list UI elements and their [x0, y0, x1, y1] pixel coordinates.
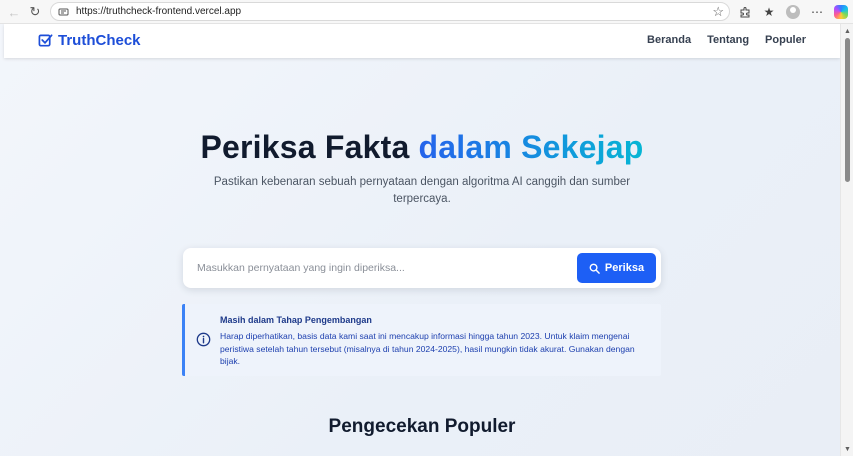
extensions-icon[interactable] — [733, 0, 757, 24]
menu-dots-icon[interactable]: ⋯ — [805, 0, 829, 24]
site-header: TruthCheck Beranda Tentang Populer — [4, 24, 840, 58]
popular-section-title: Pengecekan Populer — [328, 416, 516, 437]
hero-subtitle: Pastikan kebenaran sebuah pernyataan den… — [213, 176, 631, 205]
info-icon — [196, 332, 211, 347]
hero-title-plain: Periksa Fakta — [200, 129, 419, 165]
search-icon — [589, 263, 600, 274]
address-bar[interactable]: https://truthcheck-frontend.vercel.app ☆ — [50, 2, 730, 21]
periksa-button-label: Periksa — [604, 262, 645, 274]
main-nav: Beranda Tentang Populer — [631, 34, 806, 46]
development-notice: Masih dalam Tahap Pengembangan Harap dip… — [182, 304, 661, 376]
scroll-down-icon[interactable]: ▼ — [844, 446, 851, 453]
profile-avatar[interactable] — [781, 0, 805, 24]
nav-link-populer[interactable]: Populer — [765, 34, 806, 46]
favorites-icon[interactable]: ★ — [757, 0, 781, 24]
nav-link-tentang[interactable]: Tentang — [707, 34, 749, 46]
check-square-icon — [38, 34, 53, 47]
nav-link-beranda[interactable]: Beranda — [647, 34, 691, 46]
notice-body: Harap diperhatikan, basis data kami saat… — [220, 331, 635, 366]
notice-title: Masih dalam Tahap Pengembangan — [220, 315, 372, 325]
hero-title: Periksa Fakta dalam Sekejap — [4, 129, 840, 166]
hero-title-highlight: dalam Sekejap — [418, 129, 644, 165]
brand-logo[interactable]: TruthCheck — [38, 32, 141, 49]
site-info-icon[interactable] — [57, 6, 69, 18]
periksa-button[interactable]: Periksa — [577, 253, 656, 283]
back-icon[interactable]: ← — [3, 1, 25, 23]
page: TruthCheck Beranda Tentang Populer Perik… — [4, 24, 840, 456]
copilot-icon[interactable] — [829, 0, 853, 24]
brand-name: TruthCheck — [58, 32, 141, 49]
page-scrollbar[interactable]: ▲ ▼ — [840, 24, 853, 456]
page-viewport: TruthCheck Beranda Tentang Populer Perik… — [0, 24, 853, 456]
scroll-up-icon[interactable]: ▲ — [844, 28, 851, 35]
search-form: Periksa — [183, 248, 661, 288]
browser-toolbar: ← ↻ https://truthcheck-frontend.vercel.a… — [0, 0, 853, 24]
scroll-thumb[interactable] — [845, 38, 850, 182]
url-text[interactable]: https://truthcheck-frontend.vercel.app — [76, 6, 241, 17]
favorite-star-icon[interactable]: ☆ — [712, 4, 724, 20]
refresh-icon[interactable]: ↻ — [24, 1, 46, 23]
claim-input[interactable] — [197, 258, 567, 278]
